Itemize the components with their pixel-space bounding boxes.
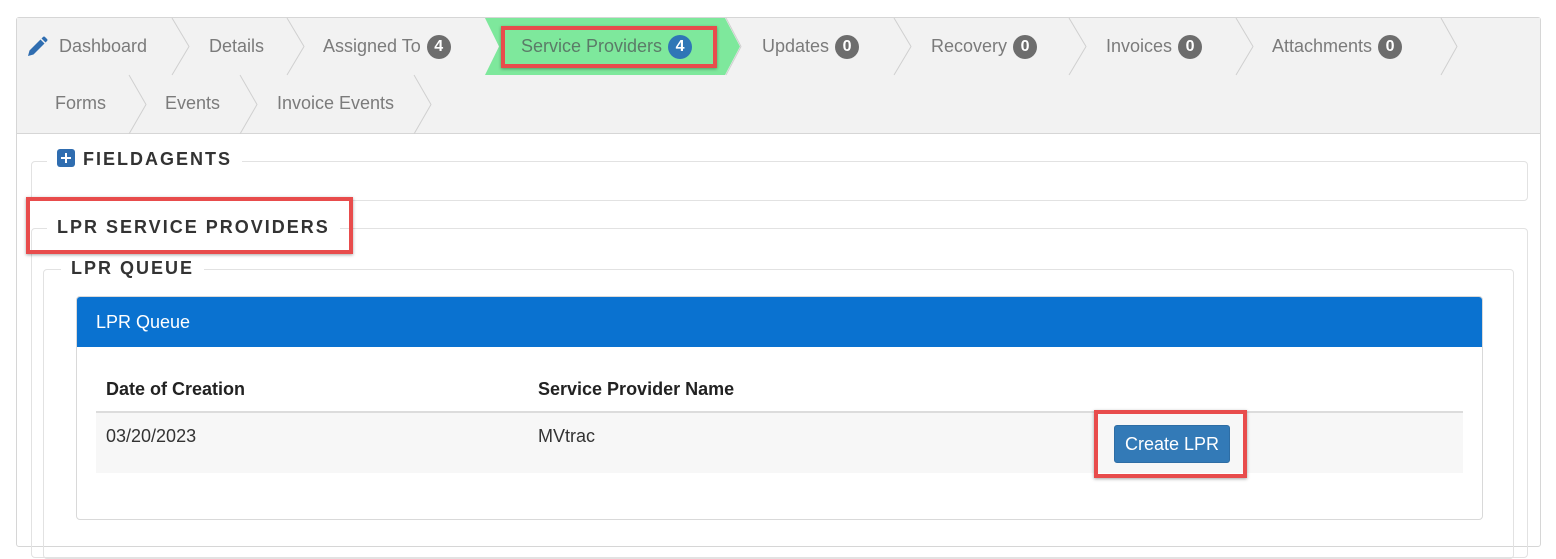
tab-attachments[interactable]: Attachments 0 (1272, 18, 1403, 75)
tab-dashboard[interactable]: Dashboard (25, 18, 147, 75)
tab-events-label: Events (165, 93, 221, 113)
tab-invoice-events[interactable]: Invoice Events (277, 75, 394, 132)
tab-updates-badge: 0 (835, 34, 860, 59)
fieldagents-toggle[interactable]: FIELDAGENTS (47, 149, 243, 170)
tab-invoices[interactable]: Invoices 0 (1106, 18, 1203, 75)
table-header: Date of Creation Service Provider Name (96, 367, 1463, 413)
tab-details-label: Details (209, 36, 265, 56)
pencil-icon (28, 36, 48, 56)
tab-updates[interactable]: Updates 0 (762, 18, 860, 75)
tab-service-providers-badge: 4 (668, 34, 693, 59)
tab-dashboard-label: Dashboard (59, 36, 148, 56)
fieldagents-fieldset (31, 161, 1528, 201)
fieldagents-title: FIELDAGENTS (83, 149, 233, 169)
tab-assigned-to-badge: 4 (426, 34, 451, 59)
row-date: 03/20/2023 (106, 426, 197, 446)
tab-events[interactable]: Events (165, 75, 220, 132)
table-row: 03/20/2023 MVtrac Create LPR (96, 413, 1463, 473)
tab-invoices-label: Invoices (1106, 36, 1173, 56)
tab-updates-label: Updates (762, 36, 830, 56)
lpr-queue-card: LPR Queue Date of Creation Service Provi… (76, 296, 1483, 520)
tab-assigned-to-label: Assigned To (323, 36, 421, 56)
lpr-queue-title: LPR QUEUE (61, 258, 205, 279)
tab-attachments-badge: 0 (1378, 34, 1403, 59)
tab-forms[interactable]: Forms (55, 75, 106, 132)
lpr-queue-header: LPR Queue (77, 297, 1482, 347)
column-date-of-creation: Date of Creation (106, 379, 246, 399)
tab-recovery[interactable]: Recovery 0 (931, 18, 1038, 75)
tab-bar: Dashboard Details Assigned To 4 Service … (17, 18, 1540, 134)
tab-service-providers-label: Service Providers (521, 36, 663, 56)
tab-recovery-badge: 0 (1013, 34, 1038, 59)
tab-attachments-label: Attachments (1272, 36, 1373, 56)
tab-invoices-badge: 0 (1178, 34, 1203, 59)
lpr-service-providers-title: LPR SERVICE PROVIDERS (47, 217, 340, 238)
tab-invoice-events-label: Invoice Events (277, 93, 395, 113)
create-lpr-button[interactable]: Create LPR (1114, 425, 1230, 463)
tab-forms-label: Forms (55, 93, 106, 113)
row-provider: MVtrac (538, 426, 596, 446)
tab-recovery-label: Recovery (931, 36, 1008, 56)
lpr-queue-table: Date of Creation Service Provider Name 0… (96, 367, 1463, 473)
tab-assigned-to[interactable]: Assigned To 4 (323, 18, 451, 75)
column-service-provider-name: Service Provider Name (538, 379, 735, 399)
tab-details[interactable]: Details (209, 18, 264, 75)
tab-service-providers[interactable]: Service Providers 4 (521, 18, 693, 75)
plus-icon[interactable] (57, 149, 75, 167)
case-panel: Dashboard Details Assigned To 4 Service … (16, 17, 1541, 559)
